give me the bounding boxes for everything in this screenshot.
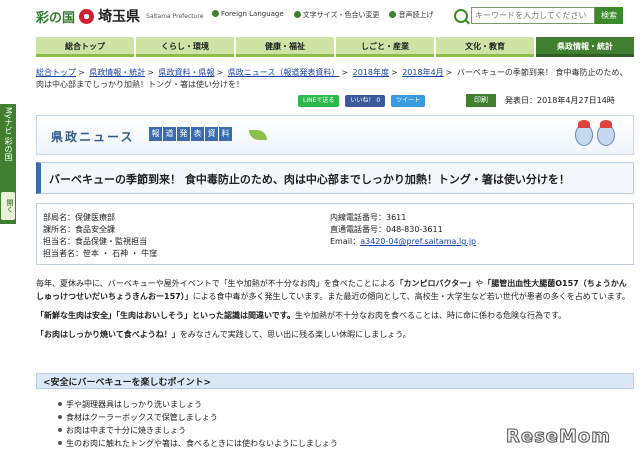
line-share-button[interactable]: LINEで送る [298,95,340,107]
site-header: 彩の国 埼玉県 Saitama Prefecture Foreign Langu… [36,6,634,28]
util-font-size-color[interactable]: 文字サイズ・色合い変更 [293,10,379,20]
section: 課所名：食品安全課 [43,225,115,234]
breadcrumb-link[interactable]: 2018年4月 [402,68,443,77]
person-in-charge: 担当名：食品保健・監視担当 [43,237,147,246]
paragraph: 「新鮮な生肉は安全」「生肉はおいしそう」といった認識は間違いです。生や加熱が不十… [36,311,567,320]
article-body: 毎年、夏休み中に、バーベキューや屋外イベントで「生や加熱が不十分なお肉」を食べた… [36,277,634,347]
nav-health[interactable]: 健康・福祉 [236,37,334,57]
banner-press-release-label: 報道発表資料 [149,127,232,141]
speaker-icon [389,11,397,18]
util-read-aloud[interactable]: 音声読上げ [389,10,433,20]
share-buttons: LINEで送る いいね！ 0 ツイート [298,95,426,107]
util-foreign-language[interactable]: Foreign Language [212,10,284,20]
points-heading: <安全にバーベキューを楽しむポイント> [36,373,634,389]
prefecture-seal-icon [79,8,95,24]
email-link[interactable]: a3420-04@pref.saitama.lg.jp [360,237,476,246]
search-input[interactable] [471,7,595,24]
news-banner: 県政ニュース 報道発表資料 [36,115,634,155]
resemom-watermark: ReseMom [505,426,612,448]
utility-links: Foreign Language 文字サイズ・色合い変更 音声読上げ [212,10,433,20]
list-item: お肉は中まで十分に焼きましょう [58,424,338,437]
publish-date: 発表日：2018年4月27日14時 [505,96,615,105]
staff-names: 担当者名：笹本 ・ 石神 ・ 牛窪 [43,249,158,258]
breadcrumb-link[interactable]: 総合トップ [36,68,76,77]
paragraph: 毎年、夏休み中に、バーベキューや屋外イベントで「生や加熱が不十分なお肉」を食べた… [36,279,630,301]
nav-prefectural-info[interactable]: 県政情報・統計 [536,37,634,57]
logo-roman: Saitama Prefecture [146,12,204,20]
side-tab-open-button[interactable]: 開く [1,192,15,220]
mascot-image [575,120,617,152]
logo-sainokuni: 彩の国 [36,10,76,26]
breadcrumb-link[interactable]: 県政ニュース（報道発表資料） [228,68,340,77]
breadcrumb-link[interactable]: 2018年度 [353,68,389,77]
breadcrumb-link[interactable]: 県政情報・統計 [89,68,145,77]
nav-living[interactable]: くらし・環境 [136,37,234,57]
nav-work[interactable]: しごと・産業 [336,37,434,57]
print-button[interactable]: 印刷 [466,94,496,107]
list-item: 生のお肉に触れたトングや箸は、食べるときには使わないようにしましょう [58,437,338,450]
breadcrumb: 総合トップ > 県政情報・統計 > 県政資料・県報 > 県政ニュース（報道発表資料） >… [36,68,628,89]
email-label: Email： [330,237,361,246]
site-logo[interactable]: 彩の国 埼玉県 Saitama Prefecture [36,6,203,26]
article-title: バーベキューの季節到来！ 食中毒防止のため、肉は中心部までしっかり加熱！トング・… [36,162,634,194]
direct-number: 直通電話番号：048-830-3611 [330,225,443,234]
department: 部局名：保健医療部 [43,213,115,222]
my-navi-side-tab[interactable]: Myナビ 彩の国 開く [0,104,16,224]
search-button[interactable]: 検索 [595,7,623,24]
paragraph: 「お肉はしっかり焼いて食べようね！」をみなさんで実践して、思い出に残る楽しい休暇… [36,330,411,339]
global-nav: 総合トップ くらし・環境 健康・福祉 しごと・産業 文化・教育 県政情報・統計 [36,37,634,57]
facebook-like-button[interactable]: いいね！ 0 [345,95,386,107]
list-item: 食材はクーラーボックスで保管しましょう [58,411,338,424]
search-icon [454,8,468,23]
nav-top[interactable]: 総合トップ [36,37,134,57]
points-list: 手や調理器具はしっかり洗いましょう 食材はクーラーボックスで保管しましょう お肉… [58,398,338,450]
text-size-icon [293,11,301,18]
globe-icon [212,10,219,17]
banner-title: 県政ニュース [51,130,135,144]
list-item: 手や調理器具はしっかり洗いましょう [58,398,338,411]
logo-saitama: 埼玉県 [98,9,141,25]
side-tab-label: Myナビ 彩の国 [4,107,13,162]
nav-culture[interactable]: 文化・教育 [436,37,534,57]
tweet-button[interactable]: ツイート [391,95,426,107]
leaf-icon [249,130,267,140]
extension-number: 内線電話番号：3611 [330,213,407,222]
search-box: 検索 [454,7,623,24]
breadcrumb-link[interactable]: 県政資料・県報 [159,68,215,77]
contact-info: 部局名：保健医療部 課所名：食品安全課 担当名：食品保健・監視担当 担当者名：笹… [36,203,634,265]
